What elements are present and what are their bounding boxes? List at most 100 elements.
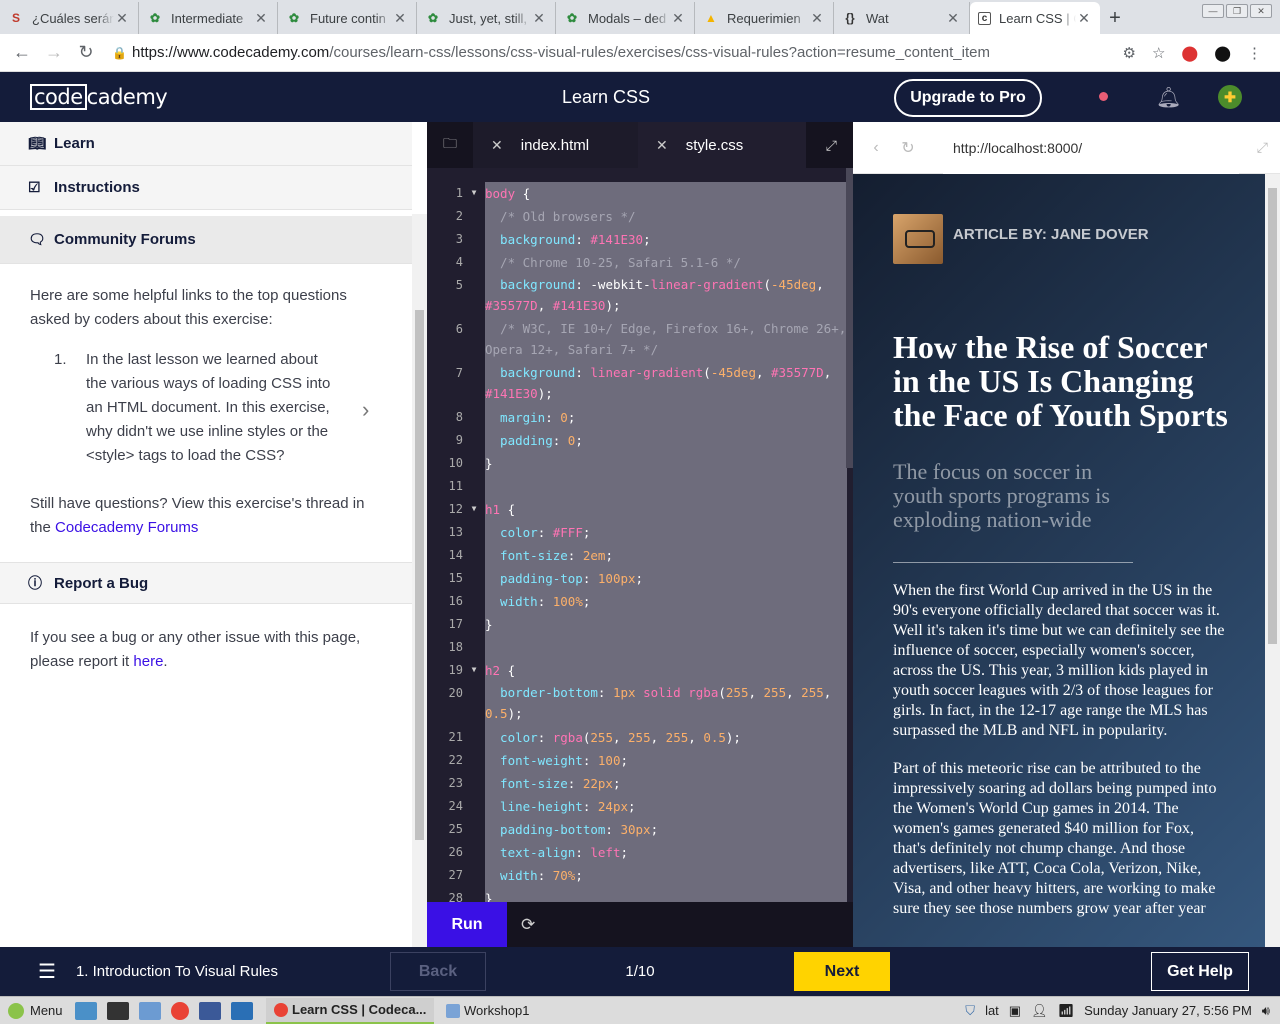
keyboard-layout[interactable]: lat: [985, 1003, 999, 1018]
lesson-title[interactable]: 1. Introduction To Visual Rules: [76, 963, 366, 980]
wifi-icon[interactable]: 📶︎: [1058, 1003, 1075, 1019]
tab-index-html[interactable]: ✕ index.html: [473, 122, 638, 168]
close-icon[interactable]: ✕: [392, 10, 408, 27]
chrome-menu-icon[interactable]: ⋮: [1247, 44, 1262, 62]
preview-back-icon[interactable]: ‹: [865, 139, 887, 157]
progress-counter: 1/10: [625, 963, 655, 980]
learn-section-header[interactable]: 📖︎ Learn: [0, 122, 412, 166]
extension-icon[interactable]: ⬤: [1181, 44, 1198, 62]
close-icon[interactable]: ✕: [809, 10, 825, 27]
browser-tab[interactable]: {} Wat ✕: [834, 2, 970, 34]
expand-icon[interactable]: ⤢: [1257, 139, 1268, 156]
browser-tab[interactable]: ✿ Modals – ded ✕: [556, 2, 695, 34]
maximize-icon[interactable]: ❐: [1226, 4, 1248, 18]
get-help-button[interactable]: Get Help: [1151, 952, 1249, 991]
shield-icon[interactable]: ⛉: [965, 1003, 975, 1019]
user-icon[interactable]: 👤︎: [1031, 1003, 1048, 1019]
editor-tabs: 🗀 ✕ index.html ✕ style.css ⤢: [427, 122, 853, 168]
browser-tab[interactable]: S ¿Cuáles serán ✕: [0, 2, 139, 34]
question-circle-icon: ⓘ: [28, 575, 42, 591]
show-desktop-icon[interactable]: [75, 1001, 97, 1020]
tab-favicon-icon: c: [978, 11, 991, 25]
code-line: 25 padding-bottom: 30px;: [427, 818, 847, 841]
files-icon[interactable]: [139, 1001, 161, 1020]
forums-link[interactable]: Codecademy Forums: [55, 519, 198, 536]
left-scrollbar[interactable]: [412, 214, 427, 947]
preview-url-field[interactable]: http://localhost:8000/: [943, 121, 1239, 174]
bookmark-star-icon[interactable]: ☆: [1152, 44, 1165, 62]
extension-icon[interactable]: ⬤: [1214, 44, 1231, 62]
minimize-icon[interactable]: —: [1202, 4, 1224, 18]
back-arrow-icon[interactable]: ←: [6, 42, 38, 63]
bug-report-link[interactable]: here: [133, 653, 163, 670]
close-icon[interactable]: ✕: [656, 137, 668, 154]
tab-favicon-icon: S: [11, 11, 20, 25]
run-button[interactable]: Run: [427, 902, 507, 947]
code-line: 3 background: #141E30;: [427, 228, 847, 251]
tab-favicon-icon: ✿: [288, 11, 300, 25]
browser-tab[interactable]: ▲ Requerimien ✕: [695, 2, 834, 34]
browser-tab[interactable]: ✿ Just, yet, still, ✕: [417, 2, 556, 34]
expand-icon[interactable]: ⤢: [826, 137, 837, 154]
browser-tab[interactable]: ✿ Intermediate ✕: [139, 2, 278, 34]
preview-scrollbar[interactable]: [1265, 174, 1280, 947]
article-subtitle: The focus on soccer in youth sports prog…: [893, 460, 1133, 563]
preview-reload-icon[interactable]: ↻: [897, 138, 919, 158]
tab-style-css[interactable]: ✕ style.css: [638, 122, 806, 168]
forums-section-header[interactable]: 🗨︎ Community Forums: [0, 216, 412, 264]
close-icon[interactable]: ✕: [1076, 10, 1092, 27]
back-button[interactable]: Back: [390, 952, 486, 991]
folder-icon[interactable]: 🗀: [427, 133, 473, 157]
terminal-icon[interactable]: [107, 1001, 129, 1020]
close-window-icon[interactable]: ✕: [1250, 4, 1272, 18]
chrome-icon[interactable]: [171, 1001, 189, 1020]
clock[interactable]: Sunday January 27, 5:56 PM: [1084, 1003, 1252, 1018]
forward-arrow-icon[interactable]: →: [38, 42, 70, 63]
question-text[interactable]: In the last lesson we learned about the …: [86, 348, 336, 468]
upgrade-button[interactable]: Upgrade to Pro: [894, 79, 1042, 117]
site-settings-icon[interactable]: ⚙: [1123, 44, 1136, 62]
tab-title: Just, yet, still,: [449, 10, 528, 26]
scrollbar-thumb[interactable]: [415, 310, 424, 840]
taskbar-window-folder[interactable]: Workshop1: [438, 998, 568, 1024]
close-icon[interactable]: ✕: [114, 10, 130, 27]
close-icon[interactable]: ✕: [670, 10, 686, 27]
close-icon[interactable]: ✕: [945, 10, 961, 27]
new-tab-button[interactable]: +: [1100, 2, 1130, 34]
code-area[interactable]: 1 ▼ body { 2 /* Old browsers */ 3 backgrou…: [427, 182, 847, 902]
eclipse-icon[interactable]: [199, 1001, 221, 1020]
reload-icon[interactable]: ↻: [70, 42, 102, 63]
close-icon[interactable]: ✕: [491, 137, 503, 154]
volume-icon[interactable]: 🔊︎: [1262, 1003, 1270, 1019]
code-line: 14 font-size: 2em;: [427, 544, 847, 567]
window-list-icon[interactable]: ▣: [1009, 1003, 1021, 1019]
code-line: 2 /* Old browsers */: [427, 205, 847, 228]
folder-icon: [446, 1003, 460, 1018]
reset-code-icon[interactable]: ⟳: [521, 915, 535, 935]
browser-tab-active[interactable]: c Learn CSS | C ✕: [970, 2, 1100, 34]
browser-tab[interactable]: ✿ Future contin ✕: [278, 2, 417, 34]
byline: ARTICLE BY: JANE DOVER: [893, 214, 1265, 264]
close-icon[interactable]: ✕: [253, 10, 269, 27]
chevron-right-icon[interactable]: ›: [362, 398, 369, 468]
bell-icon[interactable]: 🔔︎: [1156, 85, 1181, 110]
editor-scrollbar[interactable]: [846, 168, 853, 468]
task-label: Learn CSS | Codeca...: [292, 1002, 427, 1017]
hamburger-menu-icon[interactable]: ☰: [38, 959, 56, 984]
url-field[interactable]: 🔒 https://www.codecademy.com/courses/lea…: [112, 38, 1112, 68]
report-bug-section-header[interactable]: ⓘ Report a Bug: [0, 562, 412, 604]
scrollbar-thumb[interactable]: [1268, 188, 1277, 644]
start-menu-button[interactable]: Menu: [0, 1002, 70, 1019]
app-launcher-icon[interactable]: [231, 1001, 253, 1020]
code-line: 18: [427, 636, 847, 659]
next-button[interactable]: Next: [794, 952, 890, 991]
learn-label: Learn: [54, 135, 95, 152]
question-item[interactable]: 1. In the last lesson we learned about t…: [30, 348, 370, 468]
taskbar-window-chrome[interactable]: Learn CSS | Codeca...: [266, 997, 434, 1024]
code-line: 26 text-align: left;: [427, 841, 847, 864]
tab-title: ¿Cuáles serán: [32, 10, 114, 26]
close-icon[interactable]: ✕: [531, 10, 547, 27]
forums-content: Here are some helpful links to the top q…: [0, 264, 400, 540]
avatar[interactable]: ✚: [1218, 85, 1242, 109]
instructions-section-header[interactable]: ☑ Instructions: [0, 166, 412, 210]
